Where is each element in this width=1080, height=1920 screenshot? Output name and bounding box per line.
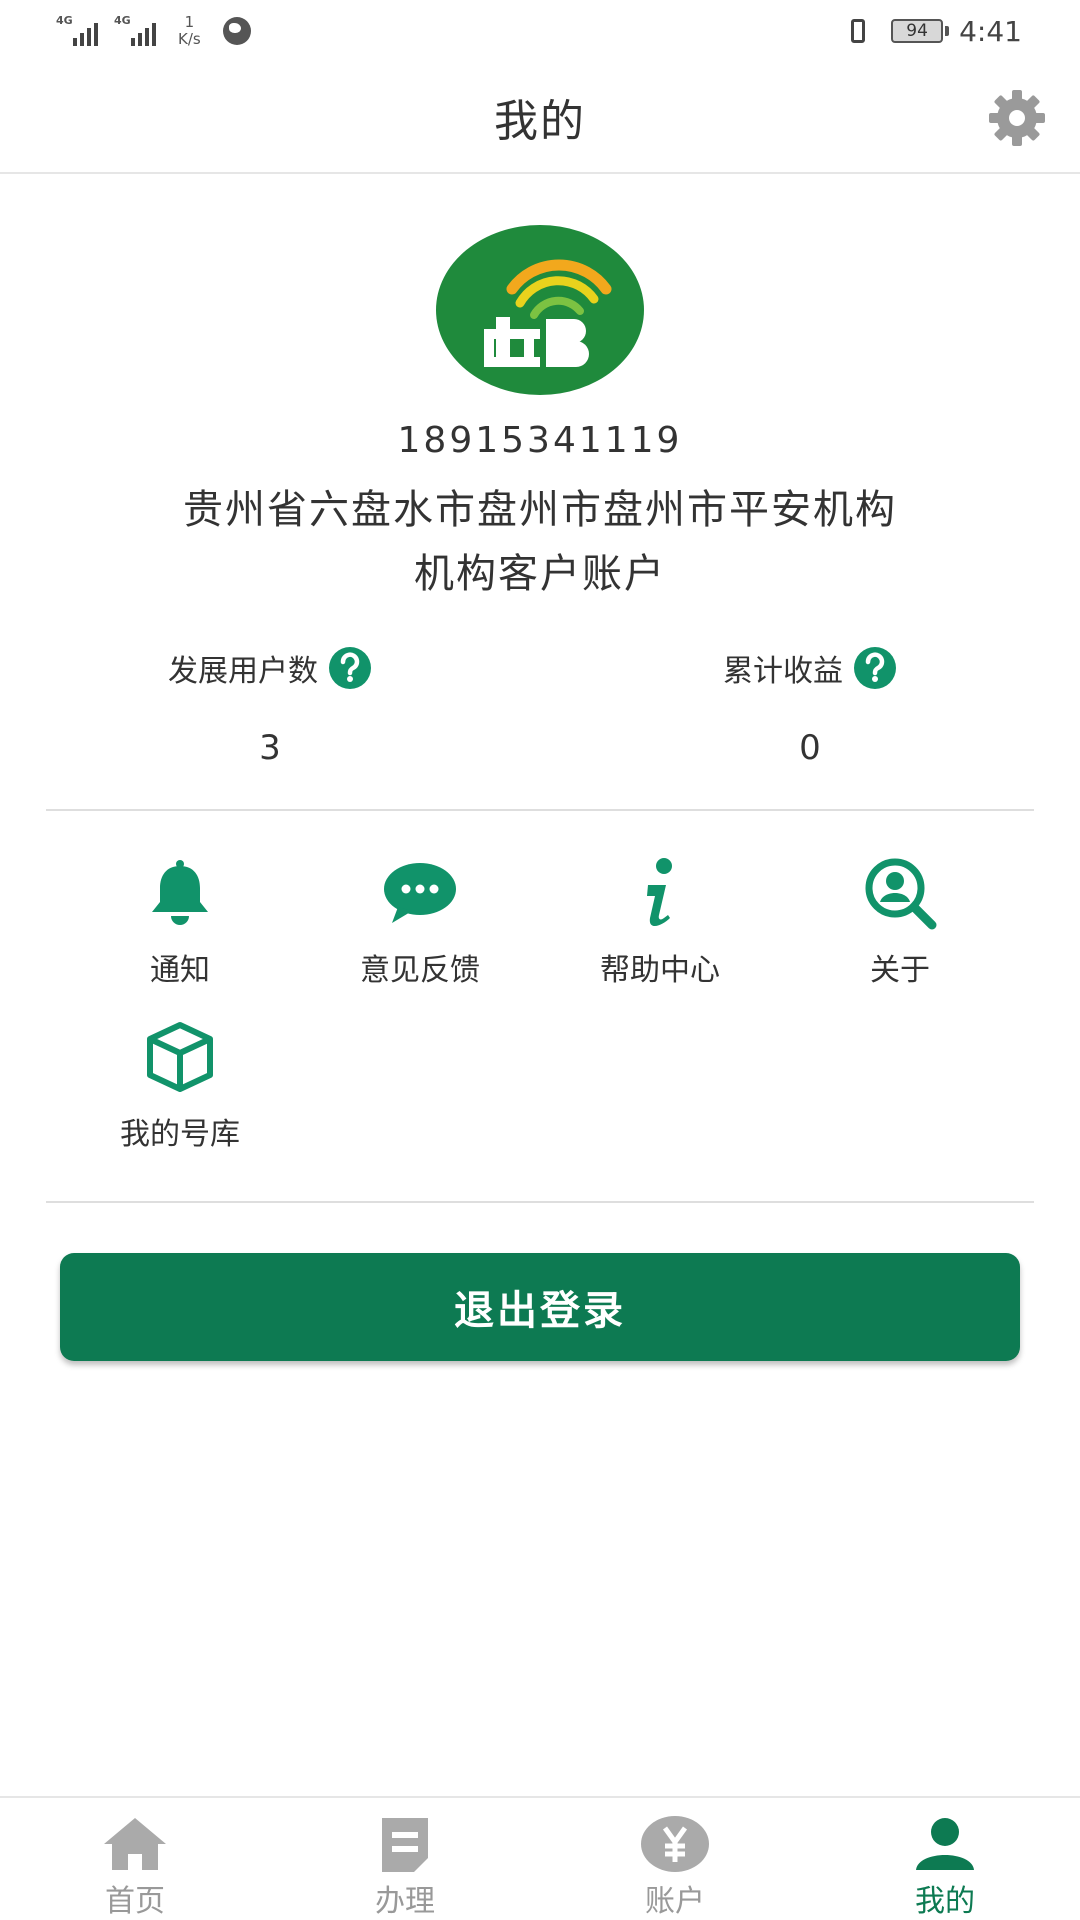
speed-unit: K/s <box>178 30 201 48</box>
menu-label: 我的号库 <box>120 1117 240 1152</box>
menu-label: 帮助中心 <box>600 953 720 988</box>
nav-label: 首页 <box>105 1884 165 1919</box>
stat-users-value: 3 <box>259 728 281 768</box>
stat-income-value: 0 <box>799 728 821 768</box>
phone-number: 18915341119 <box>397 420 683 461</box>
menu-item-about[interactable]: 关于 <box>780 855 1020 995</box>
nav-item-home[interactable]: 首页 <box>0 1798 270 1920</box>
divider <box>46 809 1034 811</box>
title-bar: 我的 <box>0 62 1080 174</box>
stat-users: 发展用户数 3 <box>0 646 540 768</box>
nav-item-account[interactable]: 账户 <box>540 1798 810 1920</box>
bell-icon <box>152 860 208 925</box>
nav-item-handle[interactable]: 办理 <box>270 1798 540 1920</box>
help-icon[interactable] <box>328 646 372 690</box>
stat-income-label: 累计收益 <box>723 654 843 689</box>
nav-item-mine[interactable]: 我的 <box>810 1798 1080 1920</box>
user-icon <box>916 1818 974 1870</box>
stat-income: 累计收益 0 <box>540 646 1080 768</box>
organization-name: 贵州省六盘水市盘州市盘州市平安机构 机构客户账户 <box>100 478 980 606</box>
info-icon <box>647 858 672 926</box>
menu-label: 通知 <box>150 953 210 988</box>
nav-label: 我的 <box>915 1884 975 1919</box>
menu-item-help-center[interactable]: 帮助中心 <box>540 855 780 995</box>
chat-icon <box>384 863 456 923</box>
nav-label: 账户 <box>645 1884 705 1919</box>
clock: 4:41 <box>959 14 1022 48</box>
cell-signal-icon: 4G <box>56 14 98 46</box>
help-icon[interactable] <box>853 646 897 690</box>
battery-level: 94 <box>891 19 944 43</box>
speed-value: 1 <box>184 13 195 31</box>
divider <box>46 1201 1034 1203</box>
logout-button[interactable]: 退出登录 <box>60 1253 1020 1361</box>
org-line-1: 贵州省六盘水市盘州市盘州市平安机构 <box>183 487 897 533</box>
menu-item-number-library[interactable]: 我的号库 <box>60 1019 300 1159</box>
battery-icon: 94 <box>891 19 950 43</box>
gear-icon[interactable] <box>982 88 1052 148</box>
org-line-2: 机构客户账户 <box>414 551 666 597</box>
network-type-2: 4G <box>114 14 131 27</box>
yen-icon <box>641 1816 709 1872</box>
network-speed: 1 K/s <box>178 14 201 48</box>
page-title: 我的 <box>494 96 586 147</box>
about-search-icon <box>865 858 937 930</box>
menu-label: 关于 <box>870 953 930 988</box>
status-bar: 4G 4G 1 K/s 94 4:41 <box>0 0 1080 62</box>
avatar <box>436 225 644 395</box>
menu-item-notification[interactable]: 通知 <box>60 855 300 995</box>
nav-label: 办理 <box>375 1884 435 1919</box>
document-icon <box>382 1818 428 1872</box>
cell-signal-icon: 4G <box>114 14 156 46</box>
menu-item-feedback[interactable]: 意见反馈 <box>300 855 540 995</box>
menu-label: 意见反馈 <box>360 953 480 988</box>
box-icon <box>147 1022 213 1092</box>
bottom-nav: 首页 办理 账户 我的 <box>0 1796 1080 1920</box>
network-type-1: 4G <box>56 14 73 27</box>
globe-icon <box>222 17 251 45</box>
vibrate-icon <box>843 16 873 46</box>
stat-users-label: 发展用户数 <box>168 654 318 689</box>
home-icon <box>104 1818 166 1870</box>
